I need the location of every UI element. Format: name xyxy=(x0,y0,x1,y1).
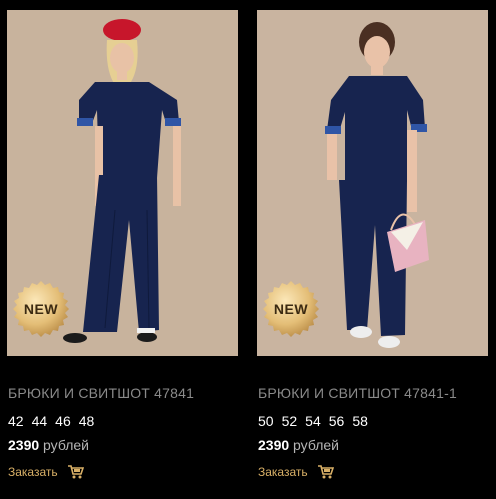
size-option[interactable]: 54 xyxy=(305,413,321,429)
new-badge: NEW xyxy=(262,280,320,338)
shopping-cart-icon[interactable] xyxy=(317,465,334,479)
price-amount: 2390 xyxy=(8,437,40,453)
price-currency: рублей xyxy=(43,437,89,453)
price: 2390 рублей xyxy=(8,437,89,453)
size-option[interactable]: 44 xyxy=(32,413,48,429)
product-title[interactable]: БРЮКИ И СВИТШОТ 47841-1 xyxy=(258,385,457,401)
badge-label: NEW xyxy=(23,301,59,317)
price-currency: рублей xyxy=(293,437,339,453)
size-option[interactable]: 48 xyxy=(79,413,95,429)
size-option[interactable]: 42 xyxy=(8,413,24,429)
size-option[interactable]: 58 xyxy=(352,413,368,429)
order-row: Заказать xyxy=(258,465,334,479)
price-amount: 2390 xyxy=(258,437,290,453)
size-option[interactable]: 52 xyxy=(282,413,298,429)
shopping-cart-icon[interactable] xyxy=(67,465,84,479)
size-option[interactable]: 56 xyxy=(329,413,345,429)
product-title[interactable]: БРЮКИ И СВИТШОТ 47841 xyxy=(8,385,194,401)
size-list: 42 44 46 48 xyxy=(8,413,102,429)
order-link[interactable]: Заказать xyxy=(8,465,58,479)
new-badge: NEW xyxy=(12,280,70,338)
price: 2390 рублей xyxy=(258,437,339,453)
size-option[interactable]: 46 xyxy=(55,413,71,429)
badge-label: NEW xyxy=(273,301,309,317)
order-row: Заказать xyxy=(8,465,84,479)
size-option[interactable]: 50 xyxy=(258,413,274,429)
order-link[interactable]: Заказать xyxy=(258,465,308,479)
size-list: 50 52 54 56 58 xyxy=(258,413,376,429)
